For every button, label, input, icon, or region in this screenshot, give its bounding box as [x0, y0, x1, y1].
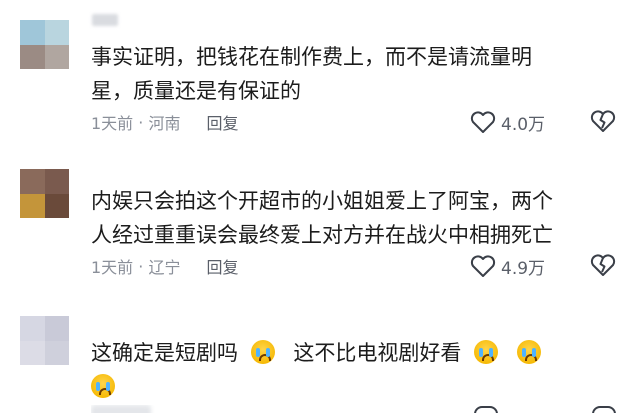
avatar[interactable]: [20, 20, 69, 69]
username-blurred[interactable]: [92, 14, 118, 26]
comment-text-line: [91, 370, 621, 404]
comment-text: 这确定是短剧吗 这不比电视剧好看: [91, 336, 621, 404]
comment-time: 1天前: [91, 258, 134, 277]
heart-outline-icon: [470, 111, 496, 133]
comment-location: 河南: [148, 114, 181, 133]
like-button-cropped[interactable]: [474, 406, 514, 413]
comment-text-line: 内娱只会拍这个开超市的小姐姐爱上了阿宝，两个: [91, 189, 553, 213]
comment-text: 内娱只会拍这个开超市的小姐姐爱上了阿宝，两个 人经过重重误会最终爱上对方并在战火…: [91, 184, 621, 252]
crying-face-emoji-icon: [516, 340, 541, 364]
comment-text-line: 人经过重重误会最终爱上对方并在战火中相拥死亡: [91, 223, 553, 247]
comment-text-segment: 这不比电视剧好看: [293, 341, 462, 365]
crying-face-emoji-icon: [250, 340, 275, 364]
broken-heart-icon: [590, 110, 616, 132]
comment-meta: 1天前 · 河南 回复: [91, 110, 238, 134]
heart-outline-icon: [470, 255, 496, 277]
meta-separator: ·: [133, 256, 149, 276]
like-button[interactable]: 4.0万: [470, 109, 545, 135]
comment-time: 1天前: [91, 114, 134, 133]
comment-location: 辽宁: [148, 258, 181, 277]
comment-text-line: 事实证明，把钱花在制作费上，而不是请流量明: [91, 45, 532, 69]
like-count: 4.9万: [501, 258, 546, 279]
reply-button[interactable]: 回复: [206, 110, 238, 134]
comment-meta-cropped: [91, 405, 291, 413]
meta-separator: ·: [133, 112, 149, 132]
comment-text-line: 星，质量还是有保证的: [91, 79, 301, 103]
comment-text: 事实证明，把钱花在制作费上，而不是请流量明 星，质量还是有保证的: [91, 40, 621, 108]
crying-face-emoji-icon: [91, 374, 115, 398]
dislike-button[interactable]: [590, 109, 616, 135]
like-button[interactable]: 4.9万: [470, 253, 545, 279]
like-count: 4.0万: [501, 114, 546, 135]
comment-meta: 1天前 · 辽宁 回复: [91, 254, 238, 278]
dislike-button[interactable]: [590, 253, 616, 279]
avatar[interactable]: [20, 316, 69, 365]
dislike-button-cropped[interactable]: [592, 406, 622, 413]
avatar[interactable]: [20, 169, 69, 218]
reply-button[interactable]: 回复: [206, 254, 238, 278]
broken-heart-icon: [590, 254, 616, 276]
comment-text-line: 这确定是短剧吗 这不比电视剧好看: [91, 336, 621, 370]
comment-text-segment: 这确定是短剧吗: [91, 341, 238, 365]
crying-face-emoji-icon: [474, 340, 499, 364]
